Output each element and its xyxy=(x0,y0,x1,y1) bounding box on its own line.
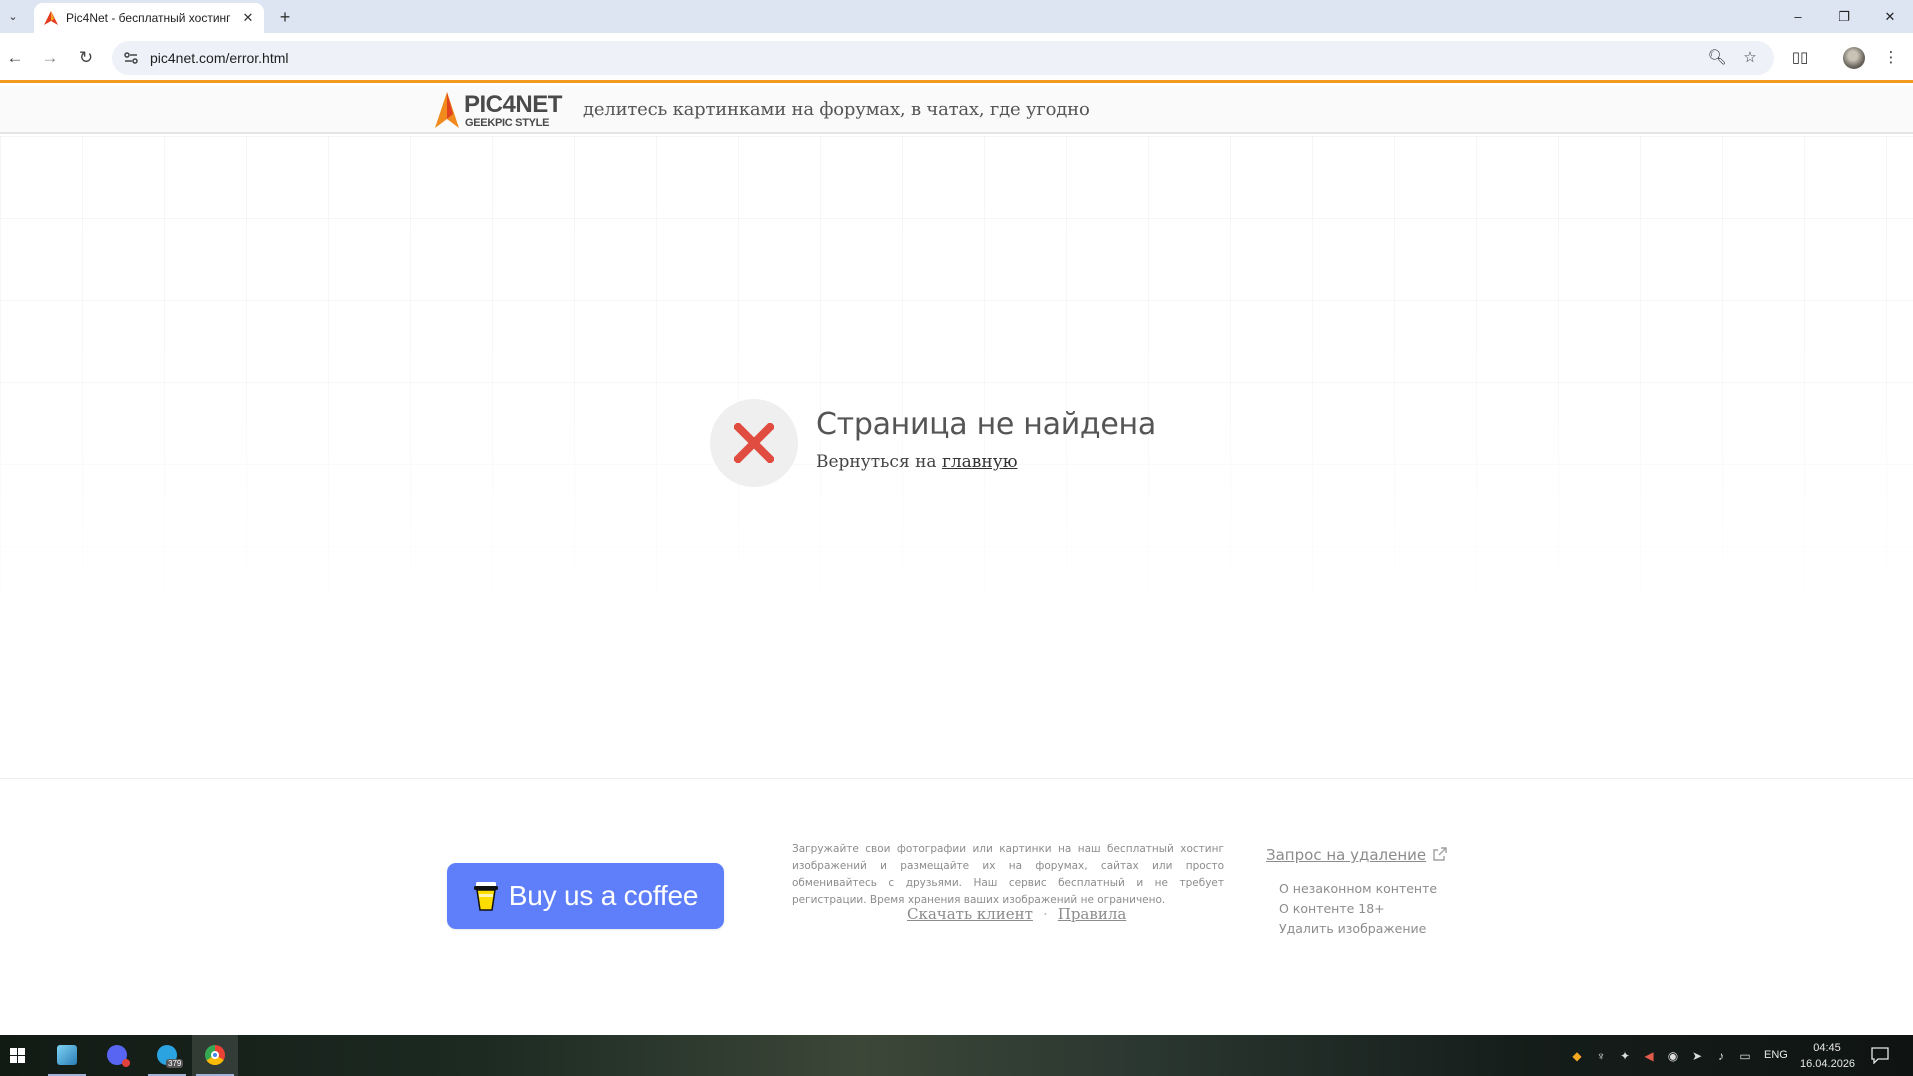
removal-options: О незаконном контенте О контенте 18+ Уда… xyxy=(1279,879,1437,939)
error-title: Страница не найдена xyxy=(816,407,1156,442)
forward-arrow-icon[interactable]: → xyxy=(37,45,63,71)
tray-telegram-icon[interactable]: ➤ xyxy=(1689,1048,1705,1064)
coffee-cup-icon xyxy=(473,882,498,911)
browser-tabstrip: ⌄ Pic4Net - бесплатный хостинг ✕ + – ❐ ✕ xyxy=(0,0,1913,33)
minimize-button[interactable]: – xyxy=(1775,0,1821,33)
tray-language[interactable]: ENG xyxy=(1764,1035,1788,1076)
tab-title: Pic4Net - бесплатный хостинг xyxy=(66,11,231,25)
tray-network-icon[interactable]: ✦ xyxy=(1617,1048,1633,1064)
tray-time: 04:45 xyxy=(1813,1042,1841,1054)
logo-flame-icon xyxy=(435,92,459,128)
browser-toolbar: ← → ↻ pic4net.com/error.html 🔍︎ ☆ ▯▯ ⋮ xyxy=(0,33,1913,83)
error-subtitle-prefix: Вернуться на xyxy=(816,452,942,472)
address-bar[interactable]: pic4net.com/error.html 🔍︎ ☆ xyxy=(112,41,1774,75)
restore-button[interactable]: ❐ xyxy=(1821,0,1867,33)
tray-display-icon[interactable]: ▭ xyxy=(1737,1048,1753,1064)
web-page: PIC4NET GEEKPIC STYLE делитесь картинкам… xyxy=(0,86,1913,1035)
windows-start-icon[interactable] xyxy=(0,1035,34,1076)
site-logo[interactable]: PIC4NET GEEKPIC STYLE xyxy=(435,91,562,130)
error-icon-circle xyxy=(710,399,798,487)
tray-app-icon[interactable]: ◆ xyxy=(1569,1048,1585,1064)
tray-audio-muted-icon[interactable]: ◀ xyxy=(1641,1048,1657,1064)
buy-coffee-label: Buy us a coffee xyxy=(508,880,699,911)
site-footer: Buy us a coffee Загружайте свои фотограф… xyxy=(0,778,1913,1035)
site-tagline: делитесь картинками на форумах, в чатах,… xyxy=(583,99,1090,120)
new-tab-button[interactable]: + xyxy=(274,6,296,28)
windows-taskbar: 379 ◆ ♆ ✦ ◀ ◉ ➤ ♪ ▭ ENG 04:45 16.04.2026 xyxy=(0,1035,1913,1076)
removal-adult-content[interactable]: О контенте 18+ xyxy=(1279,899,1437,919)
browser-tab-active[interactable]: Pic4Net - бесплатный хостинг ✕ xyxy=(34,3,264,33)
reload-icon[interactable]: ↻ xyxy=(73,45,99,71)
error-subtitle: Вернуться на главную xyxy=(816,452,1018,472)
site-info-icon[interactable] xyxy=(122,49,140,67)
tray-hammer-icon[interactable]: ♆ xyxy=(1593,1048,1609,1064)
buy-coffee-button[interactable]: Buy us a coffee xyxy=(447,863,724,929)
menu-kebab-icon[interactable]: ⋮ xyxy=(1878,45,1904,71)
removal-request-label: Запрос на удаление xyxy=(1266,846,1427,864)
taskbar-discord-icon[interactable] xyxy=(94,1035,140,1076)
rules-link[interactable]: Правила xyxy=(1058,905,1127,923)
footer-description: Загружайте свои фотографии или картинки … xyxy=(792,843,1224,906)
error-block: Страница не найдена Вернуться на главную xyxy=(710,399,1210,489)
footer-links: Скачать клиент · Правила xyxy=(907,905,1126,923)
taskbar-chrome-icon[interactable] xyxy=(192,1035,238,1076)
taskbar-telegram-icon[interactable]: 379 xyxy=(144,1035,190,1076)
notification-center-icon[interactable] xyxy=(1870,1046,1890,1064)
tray-discord-icon[interactable]: ◉ xyxy=(1665,1048,1681,1064)
telegram-badge: 379 xyxy=(166,1059,184,1068)
external-link-icon xyxy=(1433,847,1447,861)
bookmark-star-icon[interactable]: ☆ xyxy=(1740,48,1760,68)
back-arrow-icon[interactable]: ← xyxy=(2,45,28,71)
main-content: Страница не найдена Вернуться на главную xyxy=(0,136,1913,778)
footer-separator: · xyxy=(1042,905,1048,923)
tab-close-icon[interactable]: ✕ xyxy=(240,10,256,26)
home-link[interactable]: главную xyxy=(942,452,1018,472)
error-x-icon xyxy=(734,423,774,463)
taskbar-notepad-icon[interactable] xyxy=(44,1035,90,1076)
removal-delete-image[interactable]: Удалить изображение xyxy=(1279,919,1437,939)
removal-illegal-content[interactable]: О незаконном контенте xyxy=(1279,879,1437,899)
profile-avatar[interactable] xyxy=(1843,47,1865,69)
download-client-link[interactable]: Скачать клиент xyxy=(907,905,1033,923)
tray-clock[interactable]: 04:45 16.04.2026 xyxy=(1800,1040,1856,1072)
site-header: PIC4NET GEEKPIC STYLE делитесь картинкам… xyxy=(0,86,1913,134)
logo-subtext: GEEKPIC STYLE xyxy=(465,117,550,129)
zoom-icon[interactable]: 🔍︎ xyxy=(1707,48,1727,68)
tray-date: 16.04.2026 xyxy=(1800,1058,1856,1070)
removal-request-link[interactable]: Запрос на удаление xyxy=(1266,846,1448,864)
close-window-button[interactable]: ✕ xyxy=(1867,0,1913,33)
reading-mode-icon[interactable]: ▯▯ xyxy=(1787,45,1813,71)
pic4net-favicon-icon xyxy=(44,11,58,25)
tab-search-chevron-icon[interactable]: ⌄ xyxy=(2,7,24,27)
tray-volume-icon[interactable]: ♪ xyxy=(1713,1048,1729,1064)
url-text[interactable]: pic4net.com/error.html xyxy=(150,41,289,75)
logo-text: PIC4NET xyxy=(464,91,562,118)
